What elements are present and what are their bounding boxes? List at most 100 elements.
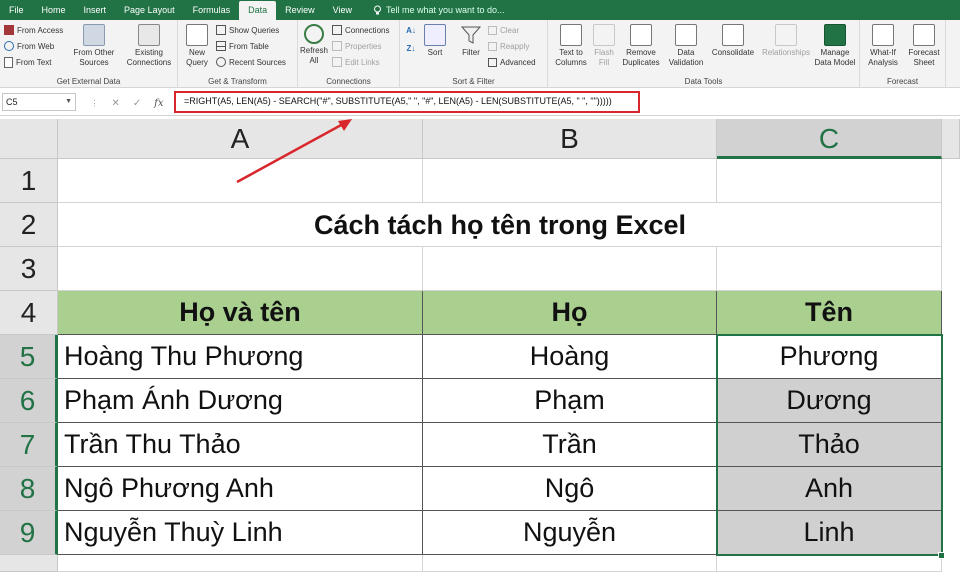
column-header-c[interactable]: C <box>717 119 942 159</box>
cell-a1[interactable] <box>58 159 423 203</box>
row-header-4[interactable]: 4 <box>0 291 58 335</box>
from-text-button[interactable]: From Text <box>4 55 51 69</box>
cell-c3[interactable] <box>717 247 942 291</box>
sort-icon <box>424 24 446 46</box>
row-header-10[interactable] <box>0 555 58 572</box>
cell-c10[interactable] <box>717 555 942 572</box>
advanced-button[interactable]: Advanced <box>488 55 536 69</box>
cell-c8[interactable]: Anh <box>717 467 942 511</box>
remove-duplicates-button[interactable]: Remove Duplicates <box>618 24 664 68</box>
cell-b1[interactable] <box>423 159 717 203</box>
from-other-sources-button[interactable]: From Other Sources <box>70 24 118 68</box>
cell-a5[interactable]: Hoàng Thu Phương <box>58 335 423 379</box>
header-ho-va-ten[interactable]: Họ và tên <box>58 291 423 335</box>
from-access-label: From Access <box>17 25 64 35</box>
cell-a6[interactable]: Phạm Ánh Dương <box>58 379 423 423</box>
relationships-button[interactable]: Relationships <box>760 24 812 58</box>
group-data-tools: Text to Columns Flash Fill Remove Duplic… <box>548 20 860 88</box>
connections-icon <box>138 24 160 46</box>
column-header-a[interactable]: A <box>58 119 423 159</box>
row-header-8[interactable]: 8 <box>0 467 58 511</box>
existing-label-2: Connections <box>126 58 172 67</box>
row-header-3[interactable]: 3 <box>0 247 58 291</box>
manage-data-model-button[interactable]: Manage Data Model <box>812 24 858 68</box>
filter-button[interactable]: Filter <box>456 24 486 58</box>
refresh-all-button[interactable]: Refresh All <box>298 24 330 66</box>
text-to-columns-button[interactable]: Text to Columns <box>552 24 590 68</box>
group-get-transform: New Query Show Queries From Table Recent… <box>178 20 298 88</box>
tab-view[interactable]: View <box>324 0 361 20</box>
cell-a9[interactable]: Nguyễn Thuỳ Linh <box>58 511 423 555</box>
cell-a8[interactable]: Ngô Phương Anh <box>58 467 423 511</box>
tab-home[interactable]: Home <box>33 0 75 20</box>
sheet-title[interactable]: Cách tách họ tên trong Excel <box>58 203 942 247</box>
refresh-label-1: Refresh <box>299 46 328 55</box>
new-query-button[interactable]: New Query <box>180 24 214 68</box>
row-header-9[interactable]: 9 <box>0 511 58 555</box>
connections-button[interactable]: Connections <box>332 23 389 37</box>
reapply-button[interactable]: Reapply <box>488 39 529 53</box>
cell-b5[interactable]: Hoàng <box>423 335 717 379</box>
sort-button[interactable]: Sort <box>422 24 448 58</box>
cancel-icon[interactable]: ✕ <box>111 98 119 109</box>
fill-handle[interactable] <box>938 552 945 559</box>
properties-button[interactable]: Properties <box>332 39 381 53</box>
cell-c6[interactable]: Dương <box>717 379 942 423</box>
cell-b7[interactable]: Trần <box>423 423 717 467</box>
from-table-button[interactable]: From Table <box>216 39 269 53</box>
forecast-sheet-button[interactable]: Forecast Sheet <box>904 24 944 68</box>
header-ho[interactable]: Họ <box>423 291 717 335</box>
tab-formulas[interactable]: Formulas <box>184 0 240 20</box>
chevron-down-icon[interactable]: ▼ <box>65 94 72 110</box>
existing-connections-button[interactable]: Existing Connections <box>122 24 176 68</box>
tell-me-box[interactable]: Tell me what you want to do... <box>373 5 505 15</box>
group-connections: Refresh All Connections Properties Edit … <box>298 20 400 88</box>
cell-b6[interactable]: Phạm <box>423 379 717 423</box>
formula-text: =RIGHT(A5, LEN(A5) - SEARCH("#", SUBSTIT… <box>184 96 612 106</box>
tab-page-layout[interactable]: Page Layout <box>115 0 184 20</box>
data-validation-button[interactable]: Data Validation <box>666 24 706 68</box>
select-all-corner[interactable] <box>0 119 58 159</box>
flash-fill-button[interactable]: Flash Fill <box>592 24 616 68</box>
from-web-button[interactable]: From Web <box>4 39 54 53</box>
insert-function-icon[interactable]: fx <box>154 98 163 109</box>
sort-az-button[interactable]: A↓ <box>404 26 418 36</box>
cell-b3[interactable] <box>423 247 717 291</box>
edit-links-button[interactable]: Edit Links <box>332 55 380 69</box>
clear-button[interactable]: Clear <box>488 23 519 37</box>
name-box[interactable]: C5 ▼ <box>2 93 76 111</box>
cell-c7[interactable]: Thảo <box>717 423 942 467</box>
cell-b8[interactable]: Ngô <box>423 467 717 511</box>
cell-c1[interactable] <box>717 159 942 203</box>
cell-b9[interactable]: Nguyễn <box>423 511 717 555</box>
tab-file[interactable]: File <box>0 0 33 20</box>
cell-a3[interactable] <box>58 247 423 291</box>
enter-check-icon[interactable]: ✓ <box>133 98 141 109</box>
cell-c5[interactable]: Phương <box>717 335 942 379</box>
row-header-2[interactable]: 2 <box>0 203 58 247</box>
row-header-5[interactable]: 5 <box>0 335 58 379</box>
tab-review[interactable]: Review <box>276 0 324 20</box>
formula-input[interactable]: =RIGHT(A5, LEN(A5) - SEARCH("#", SUBSTIT… <box>174 91 640 113</box>
reapply-label: Reapply <box>500 41 530 51</box>
cell-a10[interactable] <box>58 555 423 572</box>
header-ten[interactable]: Tên <box>717 291 942 335</box>
row-header-1[interactable]: 1 <box>0 159 58 203</box>
what-if-analysis-button[interactable]: What-If Analysis <box>864 24 902 68</box>
show-queries-button[interactable]: Show Queries <box>216 23 279 37</box>
tab-insert[interactable]: Insert <box>75 0 116 20</box>
column-header-d[interactable] <box>942 119 960 159</box>
cell-b10[interactable] <box>423 555 717 572</box>
row-header-6[interactable]: 6 <box>0 379 58 423</box>
cell-c9[interactable]: Linh <box>717 511 942 555</box>
consolidate-button[interactable]: Consolidate <box>708 24 758 58</box>
data-model-icon <box>824 24 846 46</box>
column-header-b[interactable]: B <box>423 119 717 159</box>
from-access-button[interactable]: From Access <box>4 23 63 37</box>
more-options-icon[interactable]: ⋮ <box>90 99 98 108</box>
recent-sources-button[interactable]: Recent Sources <box>216 55 286 69</box>
row-header-7[interactable]: 7 <box>0 423 58 467</box>
cell-a7[interactable]: Trần Thu Thảo <box>58 423 423 467</box>
tab-data[interactable]: Data <box>239 1 277 20</box>
sort-za-button[interactable]: Z↓ <box>404 44 418 54</box>
